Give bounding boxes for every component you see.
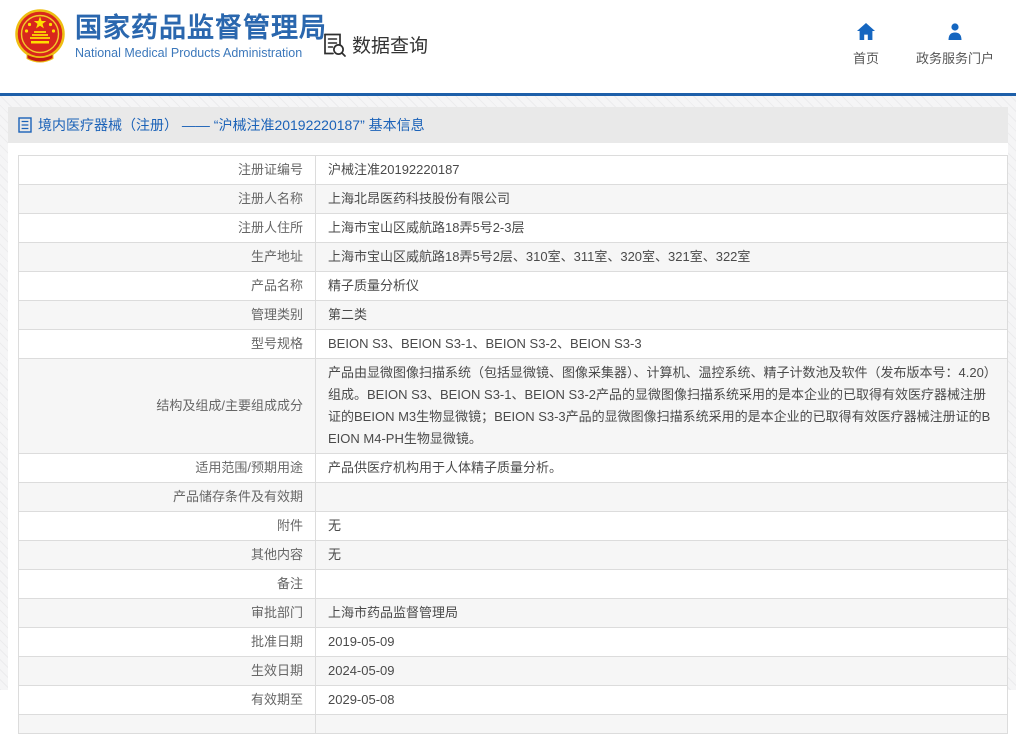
field-value [315, 569, 1008, 599]
data-query-label: 数据查询 [352, 36, 429, 57]
field-value: 上海北昂医药科技股份有限公司 [315, 184, 1008, 214]
site-logo[interactable]: 国家药品监督管理局 National Medical Products Admi… [14, 8, 327, 64]
table-row: 审批部门 上海市药品监督管理局 [18, 598, 1008, 628]
home-icon [856, 23, 875, 40]
field-label: 批准日期 [18, 627, 316, 657]
field-value: BEION S3、BEION S3-1、BEION S3-2、BEION S3-… [315, 329, 1008, 359]
field-label: 注册证编号 [18, 155, 316, 185]
field-value: 无 [315, 511, 1008, 541]
field-value: 上海市药品监督管理局 [315, 598, 1008, 628]
field-value [315, 482, 1008, 512]
field-label: 生产地址 [18, 242, 316, 272]
table-row: 其他内容无 [18, 540, 1008, 570]
field-label: 备注 [18, 569, 316, 599]
document-list-icon [18, 117, 32, 133]
field-value [315, 714, 1008, 734]
field-label: 产品储存条件及有效期 [18, 482, 316, 512]
table-row: 备注 [18, 569, 1008, 599]
field-label: 产品名称 [18, 271, 316, 301]
nav-item-label: 首页 [852, 51, 879, 66]
table-row: 注册人住所 上海市宝山区威航路18弄5号2-3层 [18, 213, 1008, 243]
document-search-icon [324, 33, 346, 57]
table-row: 管理类别 第二类 [18, 300, 1008, 330]
field-value: 精子质量分析仪 [315, 271, 1008, 301]
field-value: 沪械注准20192220187 [315, 155, 1008, 185]
table-row [18, 714, 1008, 734]
field-label: 注册人住所 [18, 213, 316, 243]
user-icon [948, 23, 962, 40]
table-row: 产品名称 精子质量分析仪 [18, 271, 1008, 301]
table-row: 附件无 [18, 511, 1008, 541]
field-value: 产品由显微图像扫描系统（包括显微镜、图像采集器）、计算机、温控系统、精子计数池及… [315, 358, 1008, 454]
field-label: 注册人名称 [18, 184, 316, 214]
field-value: 2019-05-09 [315, 627, 1008, 657]
field-label: 审批部门 [18, 598, 316, 628]
table-row: 产品储存条件及有效期 [18, 482, 1008, 512]
site-header: 国家药品监督管理局 National Medical Products Admi… [0, 0, 1016, 93]
table-row: 结构及组成/主要组成成分 产品由显微图像扫描系统（包括显微镜、图像采集器）、计算机… [18, 358, 1008, 454]
field-label: 管理类别 [18, 300, 316, 330]
nav-item-home[interactable]: 首页 [846, 22, 886, 67]
org-name-cn: 国家药品监督管理局 [75, 13, 327, 43]
field-label [18, 714, 316, 734]
registration-info-table-wrap: 注册证编号 沪械注准20192220187 注册人名称 上海北昂医药科技股份有限公司注… [18, 155, 1008, 734]
field-label: 附件 [18, 511, 316, 541]
field-value: 产品供医疗机构用于人体精子质量分析。 [315, 453, 1008, 483]
page-title-bar: 境内医疗器械（注册） —— “沪械注准20192220187” 基本信息 [8, 107, 1008, 143]
table-row: 注册人名称 上海北昂医药科技股份有限公司 [18, 184, 1008, 214]
nav-item-portal[interactable]: 政务服务门户 [916, 22, 994, 67]
field-value: 2024-05-09 [315, 656, 1008, 686]
table-row: 适用范围/预期用途 产品供医疗机构用于人体精子质量分析。 [18, 453, 1008, 483]
page-background: 境内医疗器械（注册） —— “沪械注准20192220187” 基本信息 注册证… [0, 96, 1016, 734]
table-row: 注册证编号 沪械注准20192220187 [18, 155, 1008, 185]
table-row: 生效日期 2024-05-09 [18, 656, 1008, 686]
field-label: 其他内容 [18, 540, 316, 570]
field-label: 型号规格 [18, 329, 316, 359]
page-title: 境内医疗器械（注册） —— “沪械注准20192220187” 基本信息 [38, 117, 425, 133]
content-panel: 境内医疗器械（注册） —— “沪械注准20192220187” 基本信息 注册证… [8, 107, 1008, 734]
top-nav: 首页 政务服务门户 [846, 22, 994, 67]
table-row: 生产地址 上海市宝山区威航路18弄5号2层、310室、311室、320室、321室… [18, 242, 1008, 272]
field-label: 结构及组成/主要组成成分 [18, 358, 316, 454]
field-value: 无 [315, 540, 1008, 570]
field-label: 生效日期 [18, 656, 316, 686]
field-label: 适用范围/预期用途 [18, 453, 316, 483]
field-value: 第二类 [315, 300, 1008, 330]
table-row: 型号规格 BEION S3、BEION S3-1、BEION S3-2、BEION… [18, 329, 1008, 359]
data-query-link[interactable]: 数据查询 [320, 31, 428, 58]
registration-info-table: 注册证编号 沪械注准20192220187 注册人名称 上海北昂医药科技股份有限公司注… [18, 155, 1008, 734]
table-row: 批准日期 2019-05-09 [18, 627, 1008, 657]
nav-item-label: 政务服务门户 [915, 51, 994, 66]
field-value: 上海市宝山区威航路18弄5号2-3层 [315, 213, 1008, 243]
field-value: 上海市宝山区威航路18弄5号2层、310室、311室、320室、321室、322… [315, 242, 1008, 272]
org-name-en: National Medical Products Administration [75, 46, 303, 60]
national-emblem-icon [15, 9, 65, 63]
